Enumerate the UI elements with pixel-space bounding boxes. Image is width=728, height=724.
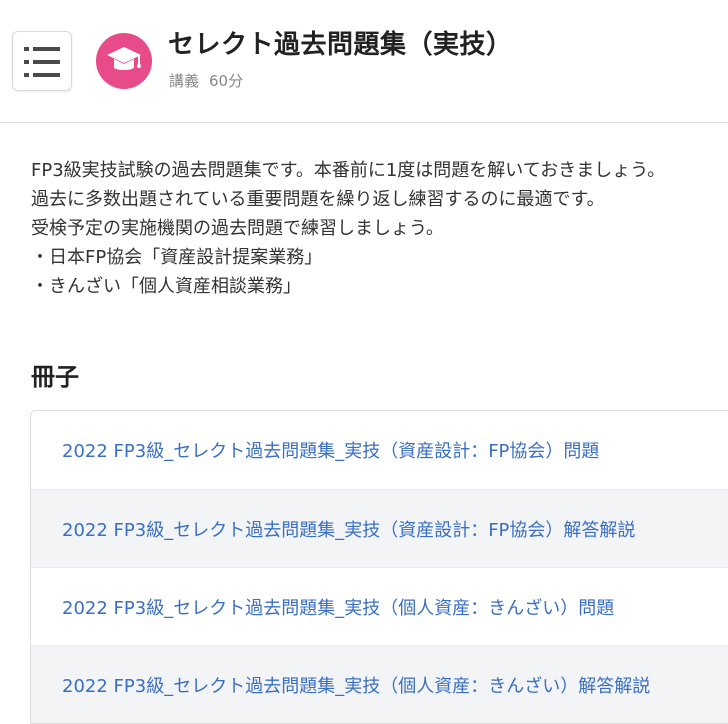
- booklet-link-fp-answers[interactable]: 2022 FP3級_セレクト過去問題集_実技（資産設計：FP協会）解答解説: [31, 489, 728, 567]
- course-duration: 60分: [209, 72, 244, 90]
- description-line: 過去に多数出題されている重要問題を繰り返し練習するのに最適です。: [31, 189, 605, 210]
- menu-button[interactable]: [12, 31, 72, 91]
- description-line: ・日本FP協会「資産設計提案業務」: [31, 247, 323, 268]
- description-line: ・きんざい「個人資産相談業務」: [31, 276, 301, 297]
- course-icon: [96, 33, 152, 89]
- booklet-link-kinzai-problems[interactable]: 2022 FP3級_セレクト過去問題集_実技（個人資産：きんざい）問題: [31, 567, 728, 645]
- course-type: 講義: [169, 72, 200, 90]
- page-header: セレクト過去問題集（実技） 講義 60分: [0, 0, 728, 123]
- hamburger-menu-icon: [24, 47, 60, 77]
- page-title: セレクト過去問題集（実技）: [168, 30, 513, 60]
- course-meta: 講義 60分: [169, 70, 243, 91]
- booklet-link-kinzai-answers[interactable]: 2022 FP3級_セレクト過去問題集_実技（個人資産：きんざい）解答解説: [31, 645, 728, 723]
- graduation-cap-icon: [107, 47, 141, 70]
- booklets-heading: 冊子: [31, 363, 79, 391]
- description-line: FP3級実技試験の過去問題集です。本番前に1度は問題を解いておきましょう。: [31, 160, 666, 181]
- booklet-list: 2022 FP3級_セレクト過去問題集_実技（資産設計：FP協会）問題 2022…: [30, 410, 728, 724]
- description-line: 受検予定の実施機関の過去問題で練習しましょう。: [31, 218, 444, 239]
- booklet-link-fp-problems[interactable]: 2022 FP3級_セレクト過去問題集_実技（資産設計：FP協会）問題: [31, 411, 728, 489]
- course-description: FP3級実技試験の過去問題集です。本番前に1度は問題を解いておきましょう。 過去…: [31, 156, 728, 301]
